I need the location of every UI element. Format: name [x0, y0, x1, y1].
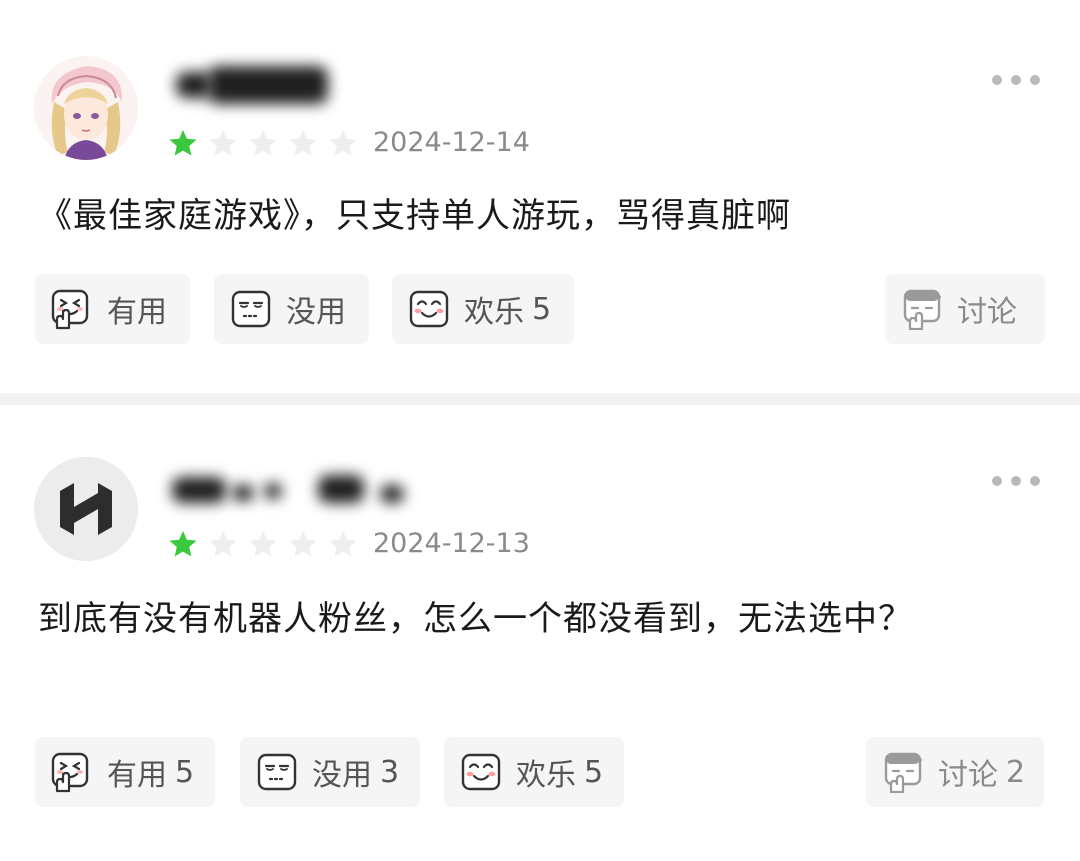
star-icon	[248, 529, 278, 559]
username-blurred[interactable]	[168, 66, 418, 106]
useful-button[interactable]: 有用	[35, 274, 190, 344]
useful-count: 5	[175, 754, 195, 790]
fun-count: 5	[532, 291, 552, 327]
useless-button[interactable]: 没用	[214, 274, 369, 344]
useful-icon	[51, 751, 93, 793]
review-date: 2024-12-14	[373, 127, 530, 158]
useless-icon	[230, 288, 272, 330]
useless-button[interactable]: 没用 3	[240, 737, 420, 807]
fun-count: 5	[584, 754, 604, 790]
discuss-icon	[901, 288, 943, 330]
useless-label: 没用	[312, 758, 372, 793]
fun-icon	[460, 751, 502, 793]
star-icon	[288, 128, 318, 158]
user-avatar[interactable]	[34, 457, 138, 561]
discuss-icon	[882, 751, 924, 793]
star-icon	[328, 128, 358, 158]
star-rating	[168, 529, 358, 559]
useless-icon	[256, 751, 298, 793]
useful-icon	[51, 288, 93, 330]
useful-button[interactable]: 有用 5	[35, 737, 215, 807]
user-avatar[interactable]	[34, 56, 138, 160]
useful-label: 有用	[107, 758, 167, 793]
fun-button[interactable]: 欢乐 5	[444, 737, 624, 807]
star-rating	[168, 128, 358, 158]
fun-label: 欢乐	[464, 295, 524, 330]
review-text: 《最佳家庭游戏》，只支持单人游玩，骂得真脏啊	[38, 196, 791, 236]
more-options-icon[interactable]	[992, 471, 1040, 491]
star-icon	[168, 128, 198, 158]
star-icon	[288, 529, 318, 559]
discuss-count: 2	[1006, 754, 1026, 790]
review-date: 2024-12-13	[373, 528, 530, 559]
fun-button[interactable]: 欢乐 5	[392, 274, 574, 344]
star-icon	[328, 529, 358, 559]
discuss-button[interactable]: 讨论	[885, 274, 1045, 344]
username-blurred[interactable]	[168, 471, 428, 511]
review-text: 到底有没有机器人粉丝，怎么一个都没看到，无法选中？	[38, 599, 913, 639]
more-options-icon[interactable]	[992, 70, 1040, 90]
review-card: 2024-12-14 《最佳家庭游戏》，只支持单人游玩，骂得真脏啊 有用 没用 …	[0, 0, 1080, 393]
fun-icon	[408, 288, 450, 330]
fun-label: 欢乐	[516, 758, 576, 793]
star-icon	[168, 529, 198, 559]
star-icon	[208, 529, 238, 559]
discuss-label: 讨论	[938, 758, 998, 793]
useless-count: 3	[380, 754, 400, 790]
useful-label: 有用	[107, 295, 167, 330]
review-card: 2024-12-13 到底有没有机器人粉丝，怎么一个都没看到，无法选中？ 有用 …	[0, 405, 1080, 861]
anime-avatar-image	[34, 56, 138, 160]
useless-label: 没用	[286, 295, 346, 330]
star-icon	[248, 128, 278, 158]
discuss-label: 讨论	[957, 295, 1017, 330]
discuss-button[interactable]: 讨论 2	[866, 737, 1044, 807]
logo-avatar-image	[34, 457, 138, 561]
star-icon	[208, 128, 238, 158]
